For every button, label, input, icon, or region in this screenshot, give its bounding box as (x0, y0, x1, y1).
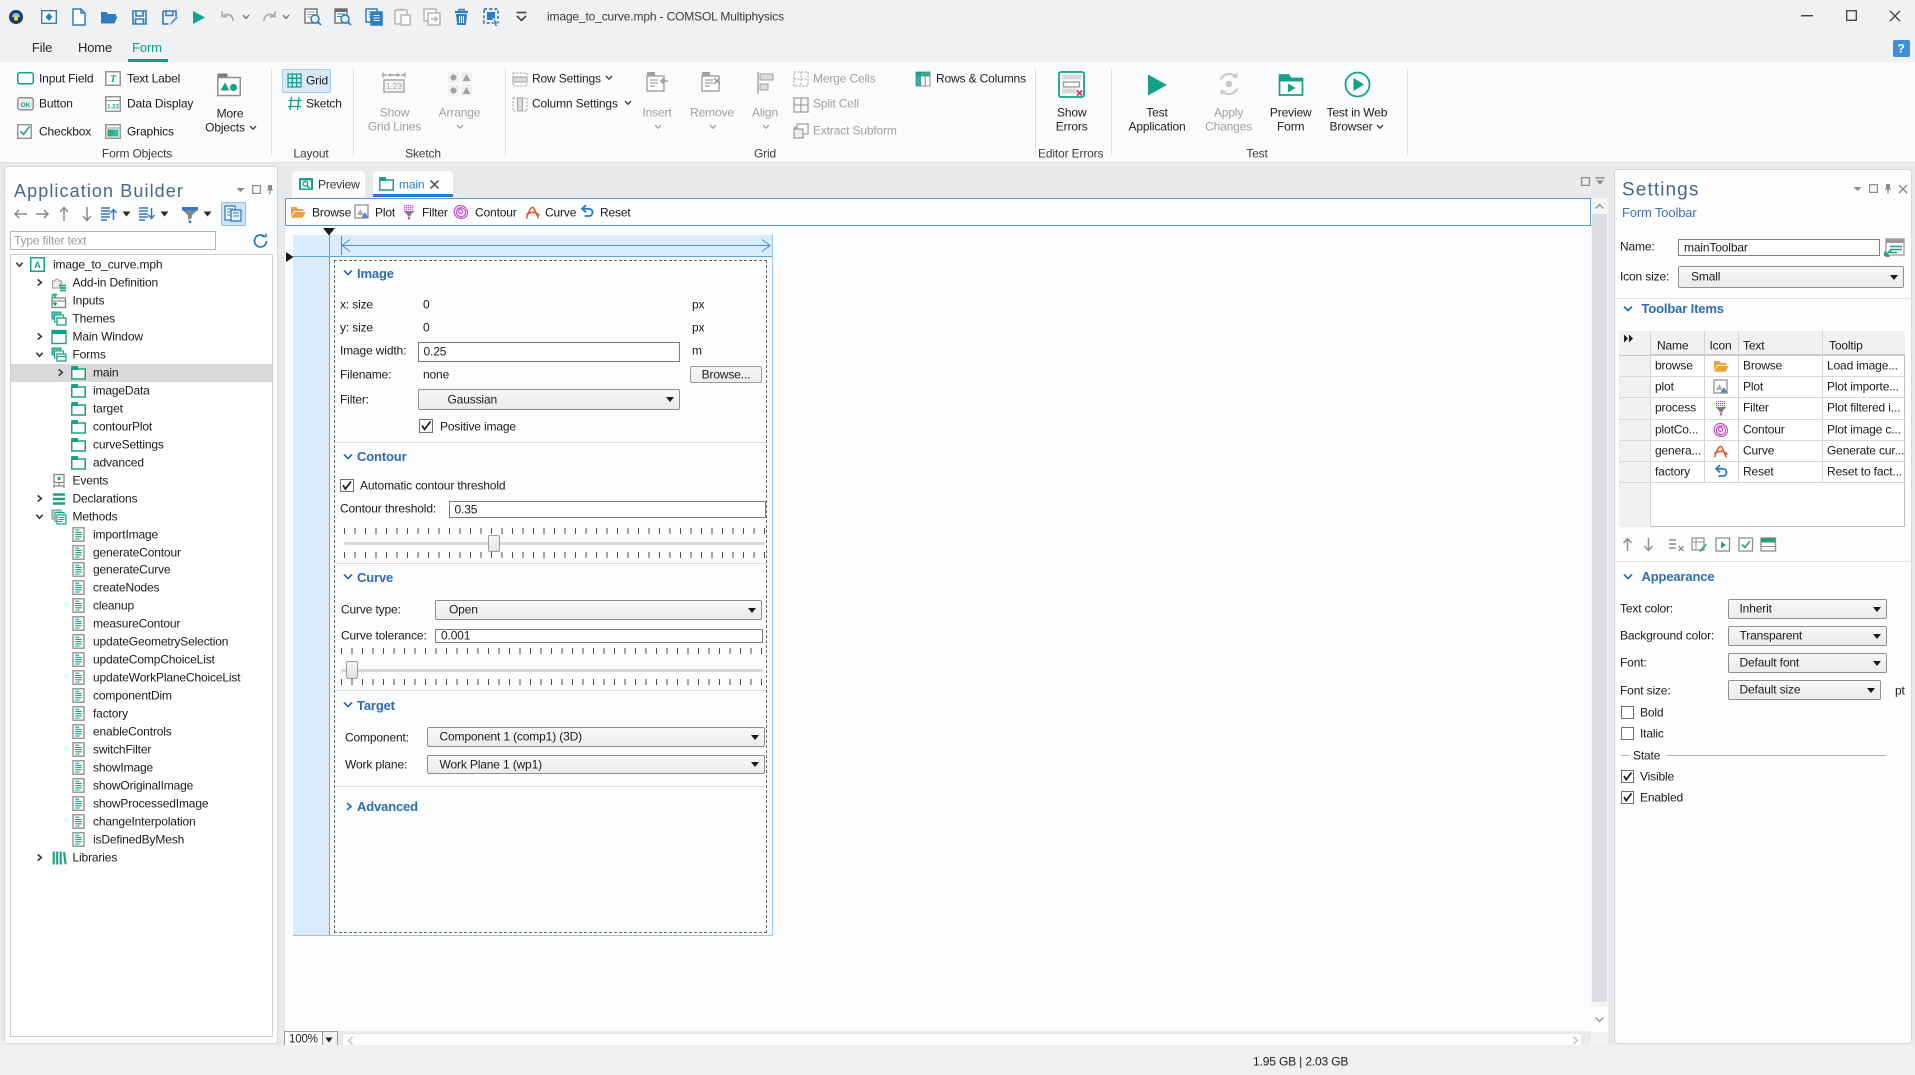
svg-text:A: A (34, 260, 41, 270)
svg-text:1.23: 1.23 (107, 105, 119, 111)
svg-text:T: T (110, 74, 117, 85)
svg-text:1.23: 1.23 (386, 82, 402, 91)
svg-text:OK: OK (21, 102, 31, 109)
